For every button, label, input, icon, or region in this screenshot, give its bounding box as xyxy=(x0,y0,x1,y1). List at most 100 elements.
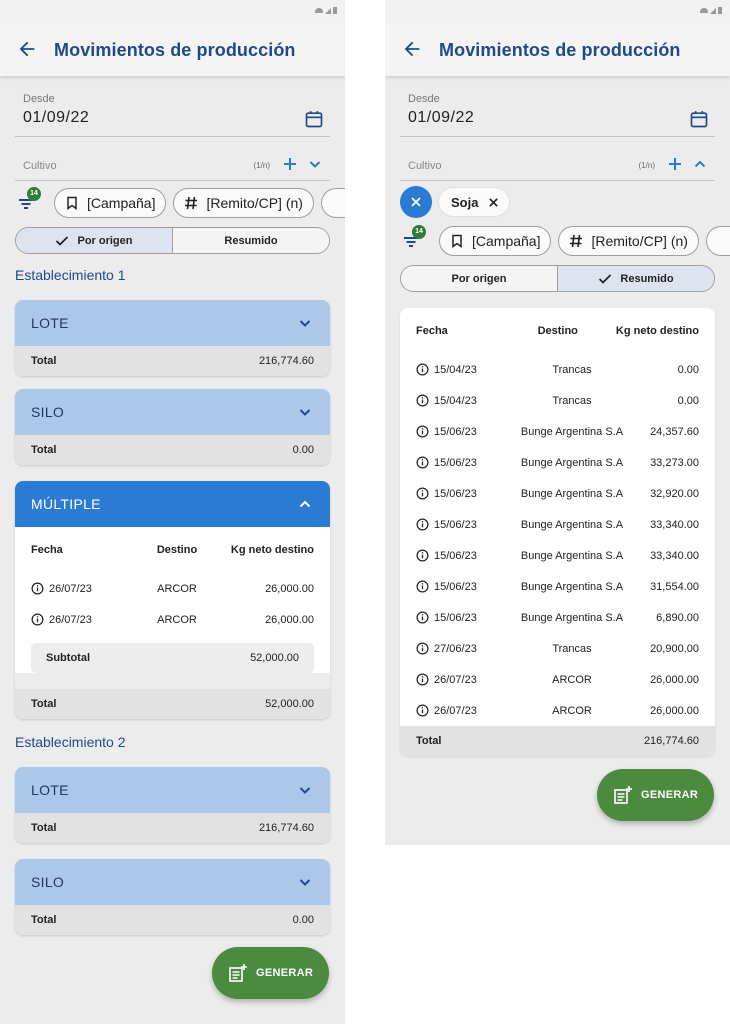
plus-icon[interactable] xyxy=(667,156,683,172)
battery-icon xyxy=(333,7,337,14)
tag-chip-soja[interactable]: Soja xyxy=(439,188,510,216)
summary-table-card: Fecha Destino Kg neto destino 15/04/23 Tr… xyxy=(400,308,715,756)
card-lote: LOTE Total 216,774.60 xyxy=(15,767,330,843)
tab-por-origen[interactable]: Por origen xyxy=(401,266,557,291)
row-fecha: 15/06/23 xyxy=(434,456,477,469)
date-value[interactable]: 01/09/22 xyxy=(408,109,707,127)
row-fecha: 15/04/23 xyxy=(434,394,477,407)
chevron-up-icon[interactable] xyxy=(693,157,707,171)
subtotal-label: Subtotal xyxy=(46,652,90,664)
chevron-down-icon[interactable] xyxy=(298,783,312,797)
row-kg: 31,554.00 xyxy=(650,580,699,593)
chip-more[interactable] xyxy=(320,188,345,218)
date-value[interactable]: 01/09/22 xyxy=(23,109,322,127)
chevron-down-icon[interactable] xyxy=(308,157,322,171)
generar-label: GENERAR xyxy=(256,967,314,979)
info-icon[interactable] xyxy=(416,394,429,407)
check-icon xyxy=(599,273,612,284)
info-icon[interactable] xyxy=(416,704,429,717)
bookmark-icon xyxy=(67,196,77,210)
chevron-down-icon[interactable] xyxy=(298,316,312,330)
table-row[interactable]: 15/06/23 Bunge Argentina S.A 6,890.00 xyxy=(416,602,699,633)
chip-campana[interactable]: [Campaña] xyxy=(54,188,167,218)
chip-more[interactable] xyxy=(705,226,730,256)
generar-button[interactable]: GENERAR xyxy=(597,769,715,821)
total-value: 0.00 xyxy=(292,444,314,456)
info-icon[interactable] xyxy=(416,549,429,562)
card-header[interactable]: SILO xyxy=(15,389,330,435)
report-add-icon xyxy=(229,964,247,982)
total-label: Total xyxy=(31,444,57,456)
table-row[interactable]: 15/06/23 Bunge Argentina S.A 32,920.00 xyxy=(416,478,699,509)
info-icon[interactable] xyxy=(31,582,44,595)
card-lote: LOTE Total 216,774.60 xyxy=(15,300,330,376)
card-header[interactable]: LOTE xyxy=(15,767,330,813)
card-header[interactable]: SILO xyxy=(15,859,330,905)
clear-all-button[interactable] xyxy=(400,186,432,218)
summary-table: Fecha Destino Kg neto destino 15/04/23 Tr… xyxy=(400,308,715,726)
chip-campana[interactable]: [Campaña] xyxy=(439,226,552,256)
card-title: LOTE xyxy=(31,782,69,798)
info-icon[interactable] xyxy=(31,613,44,626)
filter-icon[interactable]: 14 xyxy=(17,187,41,214)
tag-label: Soja xyxy=(451,194,479,210)
col-kg: Kg neto destino xyxy=(615,325,699,337)
chevron-up-icon[interactable] xyxy=(298,497,312,511)
cultivo-selector[interactable]: Cultivo (1/n) xyxy=(15,151,330,181)
table-row[interactable]: 27/06/23 Trancas 20,900.00 xyxy=(416,633,699,664)
page-title: Movimientos de producción xyxy=(54,39,296,60)
row-kg: 26,000.00 xyxy=(265,613,314,626)
card-header[interactable]: LOTE xyxy=(15,300,330,346)
bookmark-icon xyxy=(452,234,462,248)
chip-remito[interactable]: [Remito/CP] (n) xyxy=(558,226,699,256)
tab-por-origen[interactable]: Por origen xyxy=(16,228,172,253)
table-row[interactable]: 15/06/23 Bunge Argentina S.A 33,340.00 xyxy=(416,509,699,540)
row-destino: Bunge Argentina S.A xyxy=(520,456,624,469)
cultivo-selector[interactable]: Cultivo (1/n) xyxy=(400,151,715,181)
back-arrow-icon[interactable] xyxy=(16,38,40,62)
card-silo: SILO Total 0.00 xyxy=(15,859,330,935)
total-value: 52,000.00 xyxy=(265,698,314,710)
table-row[interactable]: 26/07/23 ARCOR 26,000.00 xyxy=(416,695,699,726)
table-row[interactable]: 15/06/23 Bunge Argentina S.A 33,273.00 xyxy=(416,447,699,478)
filter-icon[interactable]: 14 xyxy=(402,225,426,252)
info-icon[interactable] xyxy=(416,642,429,655)
info-icon[interactable] xyxy=(416,456,429,469)
info-icon[interactable] xyxy=(416,425,429,438)
close-icon[interactable] xyxy=(488,197,499,208)
table-row[interactable]: 15/06/23 Bunge Argentina S.A 33,340.00 xyxy=(416,540,699,571)
row-destino: Bunge Argentina S.A xyxy=(520,549,624,562)
info-icon[interactable] xyxy=(416,611,429,624)
section-title: Establecimiento 1 xyxy=(15,267,126,283)
cultivo-label: Cultivo xyxy=(408,159,442,172)
back-arrow-icon[interactable] xyxy=(401,38,425,62)
tab-resumido[interactable]: Resumido xyxy=(172,228,329,253)
tab-resumido[interactable]: Resumido xyxy=(557,266,714,291)
filters-form: Desde 01/09/22 Cultivo (1/n) 14 [Campaña… xyxy=(0,93,345,935)
calendar-icon[interactable] xyxy=(304,109,324,129)
plus-icon[interactable] xyxy=(282,156,298,172)
info-icon[interactable] xyxy=(416,363,429,376)
table-row[interactable]: 26/07/23 ARCOR 26,000.00 xyxy=(31,573,314,604)
total-label: Total xyxy=(31,822,57,834)
chip-remito[interactable]: [Remito/CP] (n) xyxy=(173,188,314,218)
info-icon[interactable] xyxy=(416,518,429,531)
table-row[interactable]: 26/07/23 ARCOR 26,000.00 xyxy=(31,604,314,635)
info-icon[interactable] xyxy=(416,673,429,686)
table-row[interactable]: 15/04/23 Trancas 0.00 xyxy=(416,385,699,416)
date-field[interactable]: Desde 01/09/22 xyxy=(15,93,330,137)
card-header[interactable]: MÚLTIPLE xyxy=(15,481,330,527)
chevron-down-icon[interactable] xyxy=(298,875,312,889)
table-row[interactable]: 15/04/23 Trancas 0.00 xyxy=(416,354,699,385)
screen-resumido: Movimientos de producción Desde 01/09/22… xyxy=(385,0,730,845)
info-icon[interactable] xyxy=(416,580,429,593)
card-title: MÚLTIPLE xyxy=(31,496,101,512)
table-row[interactable]: 26/07/23 ARCOR 26,000.00 xyxy=(416,664,699,695)
generar-button[interactable]: GENERAR xyxy=(212,947,330,999)
chevron-down-icon[interactable] xyxy=(298,405,312,419)
table-row[interactable]: 15/06/23 Bunge Argentina S.A 31,554.00 xyxy=(416,571,699,602)
info-icon[interactable] xyxy=(416,487,429,500)
date-field[interactable]: Desde 01/09/22 xyxy=(400,93,715,137)
calendar-icon[interactable] xyxy=(689,109,709,129)
table-row[interactable]: 15/06/23 Bunge Argentina S.A 24,357.60 xyxy=(416,416,699,447)
